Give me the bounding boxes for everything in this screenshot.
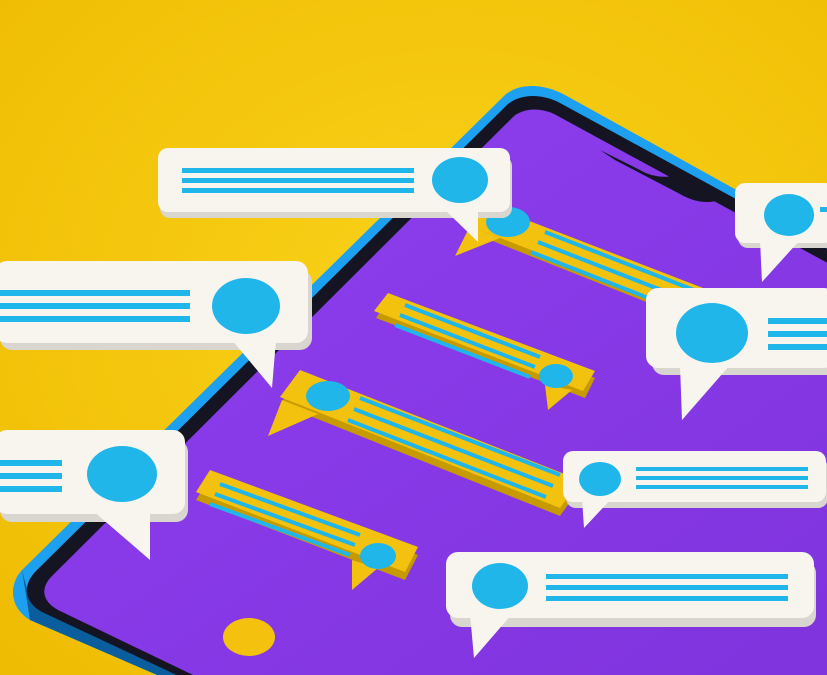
avatar-dot (360, 543, 396, 569)
chat-illustration (0, 0, 827, 675)
avatar-dot (306, 381, 350, 411)
avatar-dot (432, 157, 488, 203)
chat-illustration-stage (0, 0, 827, 675)
avatar-dot (764, 194, 814, 236)
avatar-dot (676, 303, 748, 363)
avatar-dot (579, 462, 621, 496)
avatar-dot (87, 446, 157, 502)
avatar-dot (539, 364, 573, 388)
avatar-dot (472, 563, 528, 609)
avatar-dot (212, 278, 280, 334)
screen-button (223, 618, 275, 656)
